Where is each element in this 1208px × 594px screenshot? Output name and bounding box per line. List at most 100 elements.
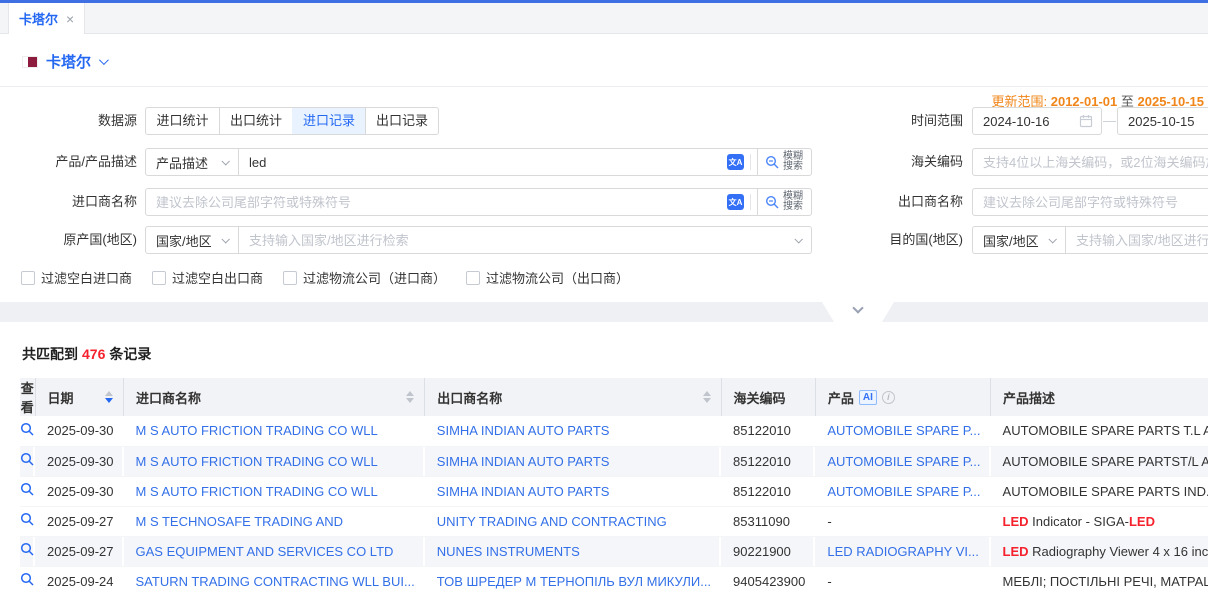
collapse-toggle[interactable] xyxy=(822,302,894,322)
filter-checkbox-row: 过滤空白进口商 过滤空白出口商 过滤物流公司（进口商） 过滤物流公司（出口商） xyxy=(21,268,629,287)
exporter-link[interactable]: SIMHA INDIAN AUTO PARTS xyxy=(437,454,610,469)
hs-code-cell: 85122010 xyxy=(721,476,815,506)
product-search-field: 产品描述 文A 模糊搜索 xyxy=(145,148,812,176)
importer-link[interactable]: SATURN TRADING CONTRACTING WLL BUI... xyxy=(136,574,415,589)
view-magnifier-icon[interactable] xyxy=(20,512,35,527)
app-window: 卡塔尔 × 卡塔尔 更新范围: 2012-01-01 至 2025-10-15 … xyxy=(0,0,1208,594)
destination-field: 国家/地区 xyxy=(972,226,1208,254)
filter-label: 过滤物流公司（出口商） xyxy=(486,268,629,287)
view-magnifier-icon[interactable] xyxy=(20,452,35,467)
origin-type-select[interactable]: 国家/地区 xyxy=(146,227,239,253)
collapse-band xyxy=(0,302,1208,322)
date-end-input[interactable]: 2025-10-15 xyxy=(1117,107,1208,135)
hs-code-cell: 90221900 xyxy=(721,536,815,566)
table-row: 2025-09-30 M S AUTO FRICTION TRADING CO … xyxy=(20,446,1208,476)
tab-qatar[interactable]: 卡塔尔 × xyxy=(8,3,85,34)
product-search-input[interactable] xyxy=(239,149,721,175)
exporter-link[interactable]: SIMHA INDIAN AUTO PARTS xyxy=(437,423,610,438)
datasource-export-records[interactable]: 出口记录 xyxy=(365,108,438,134)
col-product-desc: 产品描述 xyxy=(991,378,1208,416)
filter-label: 过滤空白出口商 xyxy=(172,268,263,287)
origin-label: 原产国(地区) xyxy=(0,226,137,254)
importer-link[interactable]: M S AUTO FRICTION TRADING CO WLL xyxy=(136,484,378,499)
product-cell: - xyxy=(815,566,990,594)
filter-label: 过滤空白进口商 xyxy=(41,268,132,287)
view-cell xyxy=(20,536,35,566)
importer-input[interactable] xyxy=(146,189,721,215)
destination-type-value: 国家/地区 xyxy=(983,231,1039,250)
checkbox[interactable] xyxy=(152,271,166,285)
view-magnifier-icon[interactable] xyxy=(20,482,35,497)
chevron-down-icon[interactable] xyxy=(794,235,802,243)
col-product-label: 产品 xyxy=(828,388,854,407)
importer-cell: M S TECHNOSAFE TRADING AND xyxy=(124,506,425,536)
fuzzy-search-button[interactable]: 模糊搜索 xyxy=(757,149,811,175)
destination-type-select[interactable]: 国家/地区 xyxy=(973,227,1066,253)
filter-logistics-exporter[interactable]: 过滤物流公司（出口商） xyxy=(466,268,629,287)
product-link[interactable]: AUTOMOBILE SPARE P... xyxy=(827,484,980,499)
table-row: 2025-09-24 SATURN TRADING CONTRACTING WL… xyxy=(20,566,1208,594)
divider xyxy=(0,86,1208,87)
datasource-export-stats[interactable]: 出口统计 xyxy=(219,108,292,134)
exporter-link[interactable]: ТОВ ШРЕДЕР М ТЕРНОПІЛЬ ВУЛ МИКУЛИ... xyxy=(437,574,711,589)
filter-logistics-importer[interactable]: 过滤物流公司（进口商） xyxy=(283,268,446,287)
product-link[interactable]: AUTOMOBILE SPARE P... xyxy=(827,454,980,469)
sort-exporter[interactable] xyxy=(703,391,711,403)
filter-blank-importer[interactable]: 过滤空白进口商 xyxy=(21,268,132,287)
sort-date[interactable] xyxy=(105,391,113,403)
importer-link[interactable]: M S AUTO FRICTION TRADING CO WLL xyxy=(136,454,378,469)
translate-icon[interactable]: 文A xyxy=(727,154,744,170)
sort-importer[interactable] xyxy=(406,391,414,403)
date-start-input[interactable]: 2024-10-16 xyxy=(972,107,1102,135)
filter-blank-exporter[interactable]: 过滤空白出口商 xyxy=(152,268,263,287)
destination-input[interactable] xyxy=(1066,227,1208,253)
fuzzy-search-label: 模糊搜索 xyxy=(783,192,805,212)
datasource-import-records[interactable]: 进口记录 xyxy=(292,108,365,134)
col-importer-label: 进口商名称 xyxy=(136,388,201,407)
product-type-select[interactable]: 产品描述 xyxy=(146,149,239,175)
importer-cell: M S AUTO FRICTION TRADING CO WLL xyxy=(124,416,425,446)
fuzzy-search-button[interactable]: 模糊搜索 xyxy=(757,189,811,215)
importer-field: 文A 模糊搜索 xyxy=(145,188,812,216)
product-link[interactable]: LED RADIOGRAPHY VI... xyxy=(827,544,978,559)
importer-link[interactable]: GAS EQUIPMENT AND SERVICES CO LTD xyxy=(136,544,394,559)
close-icon[interactable]: × xyxy=(66,11,74,27)
exporter-link[interactable]: NUNES INSTRUMENTS xyxy=(437,544,580,559)
col-product: 产品 AI i xyxy=(815,378,990,416)
date-start-value: 2024-10-16 xyxy=(983,114,1050,129)
date-cell: 2025-09-27 xyxy=(35,536,124,566)
date-cell: 2025-09-30 xyxy=(35,446,124,476)
product-link: - xyxy=(827,574,831,589)
exporter-cell: NUNES INSTRUMENTS xyxy=(425,536,721,566)
product-desc-cell: AUTOMOBILE SPARE PARTS T.L ASSY ... xyxy=(991,416,1208,446)
translate-icon[interactable]: 文A xyxy=(727,194,744,210)
origin-input[interactable] xyxy=(239,227,795,253)
checkbox[interactable] xyxy=(21,271,35,285)
exporter-field xyxy=(972,188,1208,216)
importer-link[interactable]: M S TECHNOSAFE TRADING AND xyxy=(136,514,344,529)
info-icon[interactable]: i xyxy=(882,391,895,404)
importer-link[interactable]: M S AUTO FRICTION TRADING CO WLL xyxy=(136,423,378,438)
divider xyxy=(750,194,751,210)
view-cell xyxy=(20,566,35,594)
view-magnifier-icon[interactable] xyxy=(20,572,35,587)
product-link[interactable]: AUTOMOBILE SPARE P... xyxy=(827,423,980,438)
hs-code-field xyxy=(972,148,1208,176)
chevron-down-icon[interactable] xyxy=(99,55,109,65)
origin-field: 国家/地区 xyxy=(145,226,812,254)
date-cell: 2025-09-30 xyxy=(35,476,124,506)
col-date-label: 日期 xyxy=(48,388,74,407)
view-magnifier-icon[interactable] xyxy=(20,422,35,437)
table-row: 2025-09-30 M S AUTO FRICTION TRADING CO … xyxy=(20,476,1208,506)
checkbox[interactable] xyxy=(466,271,480,285)
checkbox[interactable] xyxy=(283,271,297,285)
hs-code-input[interactable] xyxy=(973,149,1208,175)
datasource-import-stats[interactable]: 进口统计 xyxy=(146,108,219,134)
product-desc-cell: AUTOMOBILE SPARE PARTST/L ASSY ... xyxy=(991,446,1208,476)
exporter-input[interactable] xyxy=(973,189,1208,215)
product-desc-cell: LED Indicator - SIGA-LED xyxy=(991,506,1208,536)
view-magnifier-icon[interactable] xyxy=(20,542,35,557)
exporter-link[interactable]: SIMHA INDIAN AUTO PARTS xyxy=(437,484,610,499)
exporter-link[interactable]: UNITY TRADING AND CONTRACTING xyxy=(437,514,667,529)
ai-badge: AI xyxy=(859,390,877,405)
